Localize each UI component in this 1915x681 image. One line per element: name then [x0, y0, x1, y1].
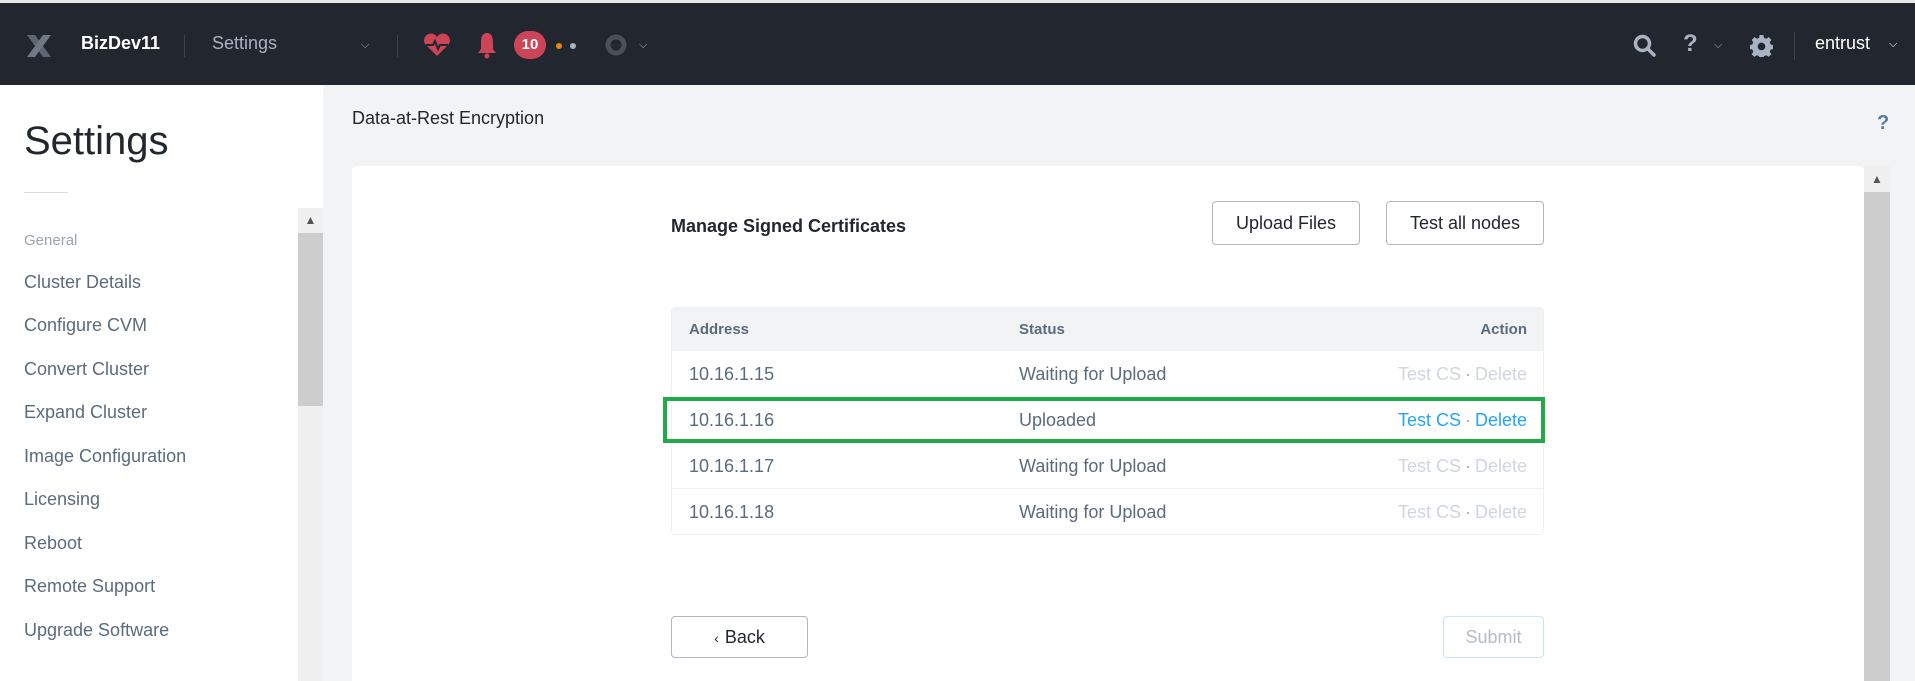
sidebar-item-image-configuration[interactable]: Image Configuration	[24, 446, 186, 467]
test-cs-link: Test CS	[1397, 364, 1461, 384]
upload-files-button[interactable]: Upload Files	[1212, 201, 1360, 245]
chevron-down-icon[interactable]: ⌵	[1714, 39, 1722, 52]
action-cell: Test CS · Delete	[1398, 456, 1527, 477]
certificates-table: Address Status Action 10.16.1.15 Waiting…	[671, 307, 1544, 535]
chevron-left-icon: ‹	[714, 630, 719, 646]
scrollbar-thumb[interactable]	[298, 233, 323, 406]
back-label: Back	[724, 627, 765, 647]
sidebar-item-remote-support[interactable]: Remote Support	[24, 576, 155, 597]
chevron-down-icon[interactable]: ⌵	[361, 39, 369, 52]
nutanix-logo-icon[interactable]	[24, 31, 54, 61]
separator: ·	[1464, 410, 1471, 430]
sidebar-item-upgrade-software[interactable]: Upgrade Software	[24, 620, 169, 641]
test-all-nodes-button[interactable]: Test all nodes	[1386, 201, 1544, 245]
action-cell: Test CS · Delete	[1398, 502, 1527, 523]
info-status-dot	[570, 43, 576, 49]
sidebar-item-convert-cluster[interactable]: Convert Cluster	[24, 359, 149, 380]
gear-icon[interactable]	[1750, 34, 1773, 57]
test-cs-link: Test CS	[1397, 456, 1461, 476]
sidebar-item-expand-cluster[interactable]: Expand Cluster	[24, 402, 147, 423]
delete-link: Delete	[1474, 456, 1527, 476]
address-cell: 10.16.1.15	[689, 364, 775, 384]
address-cell: 10.16.1.17	[689, 456, 775, 476]
sidebar-item-cluster-details[interactable]: Cluster Details	[24, 272, 141, 293]
divider	[24, 192, 68, 193]
scroll-up-arrow-icon[interactable]: ▲	[1864, 166, 1890, 192]
sidebar-item-reboot[interactable]: Reboot	[24, 533, 82, 554]
page-title: Data-at-Rest Encryption	[352, 108, 545, 128]
help-icon[interactable]: ?	[1683, 30, 1698, 58]
test-cs-link[interactable]: Test CS	[1398, 410, 1461, 430]
table-header: Address Status Action	[672, 308, 1543, 350]
column-header-status: Status	[1019, 321, 1065, 338]
column-header-action: Action	[1480, 321, 1527, 338]
sidebar-group-label: General	[24, 232, 78, 249]
chevron-down-icon[interactable]: ⌵	[1889, 38, 1897, 51]
table-row: 10.16.1.16 Uploaded Test CS · Delete	[672, 396, 1543, 442]
table-row: 10.16.1.15 Waiting for Upload Test CS · De…	[672, 350, 1543, 396]
scroll-up-arrow-icon[interactable]: ▲	[298, 208, 323, 233]
sidebar-scrollbar[interactable]: ▲	[298, 208, 323, 681]
settings-sidebar: Settings General Cluster Details Configu…	[0, 85, 323, 681]
tasks-circle-icon[interactable]	[605, 34, 627, 56]
status-cell: Uploaded	[1019, 410, 1097, 430]
page-help-icon[interactable]: ?	[1877, 112, 1889, 135]
sidebar-title: Settings	[24, 119, 169, 163]
divider	[184, 35, 185, 57]
status-cell: Waiting for Upload	[1019, 456, 1167, 476]
delete-link[interactable]: Delete	[1475, 410, 1527, 430]
sidebar-item-configure-cvm[interactable]: Configure CVM	[24, 315, 147, 336]
section-title: Manage Signed Certificates	[671, 216, 907, 236]
status-cell: Waiting for Upload	[1019, 364, 1167, 384]
action-cell: Test CS · Delete	[1398, 410, 1527, 431]
separator: ·	[1464, 364, 1471, 384]
separator: ·	[1464, 502, 1471, 522]
test-cs-link: Test CS	[1397, 502, 1461, 522]
delete-link: Delete	[1474, 502, 1527, 522]
back-button[interactable]: ‹ Back	[671, 616, 808, 658]
address-cell: 10.16.1.18	[689, 502, 775, 522]
table-row: 10.16.1.17 Waiting for Upload Test CS · De…	[672, 442, 1543, 488]
content-scrollbar[interactable]: ▲	[1864, 166, 1890, 681]
delete-link: Delete	[1474, 364, 1527, 384]
user-menu[interactable]: entrust	[1815, 33, 1870, 54]
warning-status-dot	[556, 43, 562, 49]
top-navigation-bar: BizDev11 Settings ⌵ 10 ⌵ ? ⌵ entrust ⌵	[0, 0, 1915, 85]
divider	[1794, 32, 1795, 60]
chevron-down-icon[interactable]: ⌵	[639, 39, 647, 52]
alert-count-badge[interactable]: 10	[514, 31, 546, 59]
alerts-bell-icon[interactable]	[476, 31, 498, 59]
sidebar-item-licensing[interactable]: Licensing	[24, 489, 100, 510]
search-icon[interactable]	[1633, 34, 1656, 57]
main-menu-select[interactable]: Settings	[212, 33, 277, 54]
divider	[397, 35, 398, 57]
submit-button[interactable]: Submit	[1443, 616, 1544, 658]
cluster-name[interactable]: BizDev11	[81, 33, 160, 54]
table-row: 10.16.1.18 Waiting for Upload Test CS · De…	[672, 488, 1543, 534]
status-cell: Waiting for Upload	[1019, 502, 1167, 522]
address-cell: 10.16.1.16	[689, 410, 775, 430]
separator: ·	[1464, 456, 1471, 476]
column-header-address: Address	[689, 321, 750, 338]
action-cell: Test CS · Delete	[1398, 364, 1527, 385]
health-heart-icon[interactable]	[423, 33, 451, 57]
